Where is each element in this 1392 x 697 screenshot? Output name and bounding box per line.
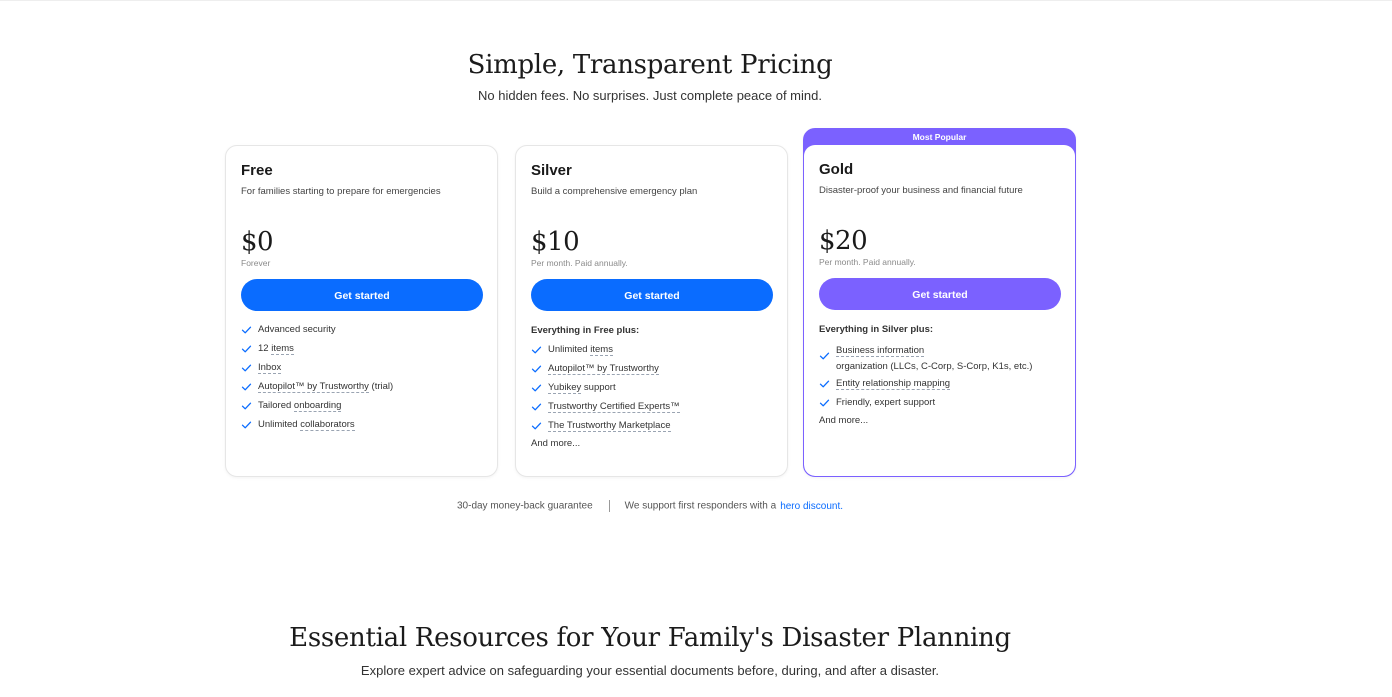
feature-tooltip-link[interactable]: Autopilot™ by Trustworthy [548,363,659,375]
feature-tooltip-link[interactable]: items [271,343,294,355]
check-icon [241,383,252,391]
and-more-link[interactable]: And more... [531,438,772,450]
plan-price-note: Forever [241,258,271,268]
hero-discount-link[interactable]: hero discount. [780,501,843,512]
footer-divider [608,500,610,512]
check-icon [531,346,542,354]
resources-title: Essential Resources for Your Family's Di… [289,623,1011,653]
feature-text: Advanced security [258,324,336,335]
feature-text: Unlimited [548,344,591,355]
check-icon [531,384,542,392]
feature-text: (trial) [368,381,394,392]
feature-text: 12 [258,343,272,354]
feature-item: Entity relationship mapping [819,378,1060,390]
feature-item: Yubikey support [531,382,772,394]
feature-item: Business information organization (LLCs, … [819,343,1060,375]
feature-list: Unlimited items Autopilot™ by Trustworthy… [531,344,772,432]
top-divider [0,0,1392,1]
feature-tooltip-link[interactable]: collaborators [300,419,355,431]
feature-text: Unlimited [258,419,301,430]
check-icon [531,422,542,430]
plan-price-note: Per month. Paid annually. [819,257,916,267]
plan-card-gold: Most Popular Gold Disaster-proof your bu… [803,128,1076,477]
plan-description: Disaster-proof your business and financi… [819,185,1023,196]
get-started-free-button[interactable]: Get started [241,279,483,311]
feature-tooltip-link[interactable]: onboarding [293,400,342,412]
plan-name: Free [241,162,273,179]
pricing-footer: 30-day money-back guarantee We support fi… [0,500,1300,512]
feature-list: Business information organization (LLCs, … [819,343,1060,409]
feature-item: 12 items [241,343,482,355]
pricing-title: Simple, Transparent Pricing [467,50,833,80]
feature-item: Autopilot™ by Trustworthy (trial) [241,381,482,393]
feature-text: Tailored [258,400,294,411]
plan-price: $0 [241,227,274,257]
check-icon [819,399,830,407]
feature-tooltip-link[interactable]: Trustworthy Certified Experts™ [548,401,680,413]
check-icon [819,380,830,388]
feature-text: Friendly, expert support [836,397,936,408]
feature-item: Friendly, expert support [819,397,1060,409]
plan-description: Build a comprehensive emergency plan [531,186,698,197]
plan-description: For families starting to prepare for eme… [241,186,441,197]
feature-item: Autopilot™ by Trustworthy [531,363,772,375]
feature-list: Advanced security 12 items Inbox Autopilot™… [241,324,482,431]
feature-item: Inbox [241,362,482,374]
feature-item: Unlimited items [531,344,772,356]
feature-text: organization (LLCs, C-Corp, S-Corp, K1s,… [836,361,1033,372]
plan-name: Silver [531,162,572,179]
feature-tooltip-link[interactable]: Business information [836,345,925,357]
get-started-gold-button[interactable]: Get started [819,278,1061,310]
check-icon [241,402,252,410]
feature-tooltip-link[interactable]: Yubikey [548,382,582,394]
features-heading: Everything in Silver plus: [819,324,934,335]
check-icon [531,403,542,411]
plan-price: $10 [531,227,580,257]
feature-tooltip-link[interactable]: items [590,344,613,356]
plan-name: Gold [819,161,854,178]
plan-price: $20 [819,226,868,256]
plan-card-gold-body: Gold Disaster-proof your business and fi… [804,145,1075,476]
feature-item: Trustworthy Certified Experts™ [531,401,772,413]
feature-item: Tailored onboarding [241,400,482,412]
features-heading: Everything in Free plus: [531,325,640,336]
feature-tooltip-link[interactable]: Entity relationship mapping [836,378,951,390]
most-popular-badge: Most Popular [912,132,967,142]
check-icon [241,364,252,372]
feature-item: Advanced security [241,324,482,336]
plan-card-silver: Silver Build a comprehensive emergency p… [515,145,788,477]
plan-price-note: Per month. Paid annually. [531,258,628,268]
feature-item: The Trustworthy Marketplace [531,420,772,432]
guarantee-text: 30-day money-back guarantee [456,500,593,512]
pricing-subtitle: No hidden fees. No surprises. Just compl… [478,88,822,103]
resources-subtitle: Explore expert advice on safeguarding yo… [360,663,940,678]
check-icon [241,345,252,353]
and-more-link[interactable]: And more... [819,415,1060,427]
check-icon [241,326,252,334]
plan-card-free: Free For families starting to prepare fo… [225,145,498,477]
check-icon [531,365,542,373]
check-icon [241,421,252,429]
feature-tooltip-link[interactable]: The Trustworthy Marketplace [548,420,671,432]
first-responders-text: We support first responders with a [624,500,777,512]
feature-text: support [581,382,616,393]
feature-tooltip-link[interactable]: Autopilot™ by Trustworthy [258,381,369,393]
feature-item: Unlimited collaborators [241,419,482,431]
check-icon [819,352,830,360]
feature-tooltip-link[interactable]: Inbox [258,362,282,374]
get-started-silver-button[interactable]: Get started [531,279,773,311]
